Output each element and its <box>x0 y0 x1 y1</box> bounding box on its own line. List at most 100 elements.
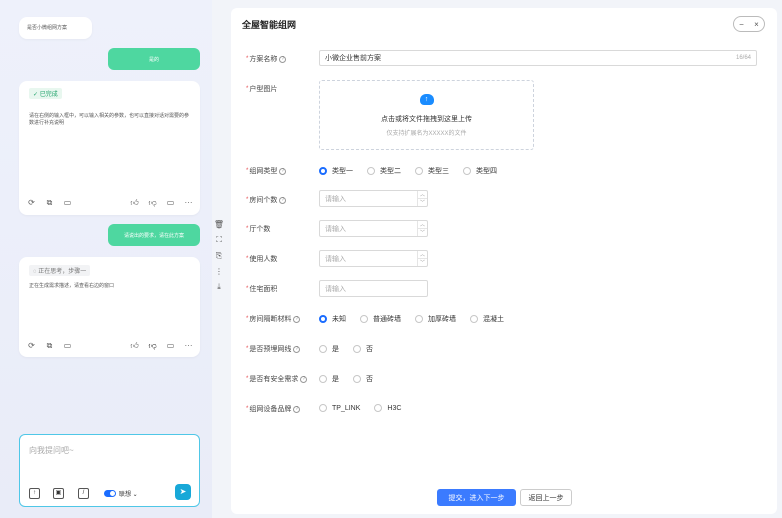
network-type-option-2[interactable]: 类型二 <box>367 166 401 176</box>
image-icon[interactable]: ▣ <box>53 488 64 499</box>
assistant-reply: 请说出的要求，请在此方案 <box>108 224 200 246</box>
thumbs-down-icon[interactable]: 👎︎ <box>148 198 157 207</box>
card-feedback: 👍︎ 👎︎ ▭ ··· <box>130 198 193 207</box>
comment-icon[interactable]: ▭ <box>166 198 175 207</box>
wall-option-concrete[interactable]: 混凝土 <box>470 314 504 324</box>
upload-icon[interactable]: ↑ <box>29 488 40 499</box>
cloud-upload-icon: ↑ <box>419 93 434 105</box>
wall-option-thick-brick[interactable]: 加厚砖墙 <box>415 314 456 324</box>
association-toggle-label[interactable]: 联想 ⌄ <box>119 489 138 498</box>
help-icon: ? <box>293 405 301 413</box>
brand-label: * 组网设备品牌? <box>246 404 301 414</box>
stepper[interactable]: ︿ ﹀ <box>417 191 427 206</box>
close-icon[interactable]: × <box>754 20 759 29</box>
security-no[interactable]: 否 <box>353 374 373 384</box>
card-feedback: 👍︎ 👎︎ ▭ ··· <box>130 341 193 350</box>
network-type-label: * 组网类型? <box>246 166 287 176</box>
area-input[interactable]: 请输入 <box>319 280 428 297</box>
completed-badge: ✓ 已完成 <box>29 88 62 99</box>
more-icon[interactable]: ··· <box>184 341 193 350</box>
help-icon: ? <box>293 345 301 353</box>
send-button[interactable]: ➤ <box>175 484 191 500</box>
user-message-text: 是否小微组网方案 <box>27 25 68 31</box>
assistant-card-text: 请在右侧的输入框中，可以输入相关的参数，也可以直接对话对需要的参数进行补充说明 <box>29 113 190 126</box>
security-yes[interactable]: 是 <box>319 374 339 384</box>
help-icon: ? <box>279 167 287 175</box>
chat-input[interactable]: 向我提问吧~ <box>29 445 74 456</box>
halls-input[interactable]: 请输入 ︿ ﹀ <box>319 220 428 237</box>
help-icon: ? <box>300 375 308 383</box>
side-toolbar: 🗑︎ ⛶ ⎘ ⋮ ⤓ <box>212 220 226 292</box>
copy-icon[interactable]: ⧉ <box>45 341 54 350</box>
user-message: 是否小微组网方案 <box>19 17 92 39</box>
window-controls: − × <box>733 16 765 32</box>
wall-material-group: 未知 普通砖墙 加厚砖墙 混凝土 <box>319 314 518 324</box>
expand-icon[interactable]: ⛶ <box>216 235 222 245</box>
more-icon[interactable]: ⋮ <box>215 267 223 276</box>
area-label: * 住宅面积 <box>246 286 278 293</box>
brand-h3c[interactable]: H3C <box>374 404 401 412</box>
upload-text: 点击或将文件拖拽到这里上传 <box>381 115 472 123</box>
submit-button[interactable]: 提交，进入下一步 <box>437 489 516 506</box>
wall-option-brick[interactable]: 普通砖墙 <box>360 314 401 324</box>
users-label: * 使用人数 <box>246 256 278 263</box>
wall-option-unknown[interactable]: 未知 <box>319 314 346 324</box>
download-icon[interactable]: ⤓ <box>217 282 221 292</box>
radio-checked <box>319 167 327 175</box>
help-icon: ? <box>279 55 287 63</box>
edit-icon[interactable]: / <box>78 488 89 499</box>
thinking-badge: ◌ 正在思考，步骤一 <box>29 265 91 276</box>
copy-icon[interactable]: ⧉ <box>45 198 54 207</box>
assistant-reply: 是的 <box>108 48 200 70</box>
chat-panel: 是否小微组网方案 是的 ✓ 已完成 请在右侧的输入框中，可以输入相关的参数，也可… <box>0 0 212 518</box>
more-icon[interactable]: ··· <box>184 198 193 207</box>
users-input[interactable]: 请输入 ︿ ﹀ <box>319 250 428 267</box>
floor-plan-label: * 户型图片 <box>246 86 278 93</box>
thumbs-up-icon[interactable]: 👍︎ <box>130 341 139 350</box>
upload-dropzone[interactable]: ↑ 点击或将文件拖拽到这里上传 仅支持扩展名为XXXXX的文件 <box>319 80 534 150</box>
char-counter: 16/64 <box>735 55 751 61</box>
stepper[interactable]: ︿ ﹀ <box>417 251 427 266</box>
brand-group: TP_LINK H3C <box>319 404 415 412</box>
brand-tplink[interactable]: TP_LINK <box>319 404 360 412</box>
wall-material-label: * 房间隔断材料? <box>246 314 301 324</box>
assistant-card-text: 正在生成需求描述，请查看右边的窗口 <box>29 283 115 289</box>
prewired-group: 是 否 <box>319 344 387 354</box>
association-toggle[interactable] <box>104 490 116 497</box>
chat-input-box[interactable]: 向我提问吧~ ↑ ▣ / 联想 ⌄ ➤ <box>19 434 200 507</box>
network-type-option-3[interactable]: 类型三 <box>415 166 449 176</box>
prewired-label: * 是否预埋网线? <box>246 344 301 354</box>
back-button[interactable]: 返回上一步 <box>520 489 572 506</box>
upload-hint: 仅支持扩展名为XXXXX的文件 <box>386 130 467 137</box>
network-type-group: 类型一 类型二 类型三 类型四 <box>319 166 511 176</box>
thumbs-down-icon[interactable]: 👎︎ <box>148 341 157 350</box>
page-title: 全屋智能组网 <box>242 20 297 30</box>
help-icon: ? <box>279 196 287 204</box>
thumbs-up-icon[interactable]: 👍︎ <box>130 198 139 207</box>
help-icon: ? <box>293 315 301 323</box>
rooms-label: * 房间个数? <box>246 195 287 205</box>
prewired-yes[interactable]: 是 <box>319 344 339 354</box>
refresh-icon[interactable]: ⟳ <box>27 341 36 350</box>
comment-icon[interactable]: ▭ <box>63 341 72 350</box>
network-type-option-4[interactable]: 类型四 <box>463 166 497 176</box>
stepper[interactable]: ︿ ﹀ <box>417 221 427 236</box>
scheme-name-input[interactable]: 小微企业售前方案 16/64 <box>319 50 757 66</box>
assistant-card <box>19 81 200 215</box>
prewired-no[interactable]: 否 <box>353 344 373 354</box>
delete-icon[interactable]: 🗑︎ <box>214 220 224 229</box>
comment-icon[interactable]: ▭ <box>166 341 175 350</box>
rooms-input[interactable]: 请输入 ︿ ﹀ <box>319 190 428 207</box>
halls-label: * 厅个数 <box>246 226 271 233</box>
network-type-option-1[interactable]: 类型一 <box>319 166 353 176</box>
scheme-name-label: * 方案名称? <box>246 54 287 64</box>
refresh-icon[interactable]: ⟳ <box>27 198 36 207</box>
history-icon[interactable]: ⎘ <box>216 251 222 261</box>
comment-icon[interactable]: ▭ <box>63 198 72 207</box>
security-label: * 是否有安全需求? <box>246 374 308 384</box>
card-actions: ⟳ ⧉ ▭ <box>27 198 72 207</box>
minimize-icon[interactable]: − <box>739 20 744 29</box>
security-group: 是 否 <box>319 374 387 384</box>
form-panel: 全屋智能组网 − × * 方案名称? 小微企业售前方案 16/64 * 户型图片 ↑… <box>231 8 777 514</box>
card-actions: ⟳ ⧉ ▭ <box>27 341 72 350</box>
